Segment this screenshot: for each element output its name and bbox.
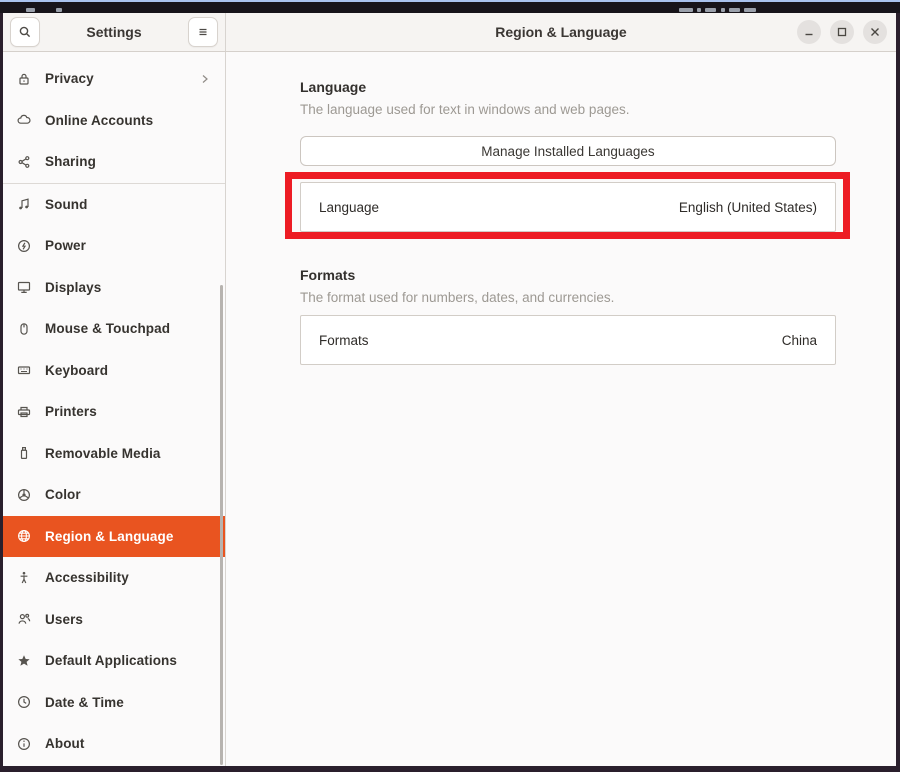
hamburger-icon	[195, 24, 211, 40]
page-title: Region & Language	[495, 24, 626, 40]
color-wheel-icon	[16, 487, 32, 503]
language-row-label: Language	[319, 200, 379, 215]
sidebar-item-label: Displays	[45, 280, 212, 295]
panel-clock-fragment	[697, 8, 701, 12]
sidebar-item-label: Power	[45, 238, 212, 253]
sidebar-item-label: Sound	[45, 197, 212, 212]
sidebar-item-label: Default Applications	[45, 653, 212, 668]
menu-button[interactable]	[188, 17, 218, 47]
language-section-description: The language used for text in windows an…	[300, 102, 836, 118]
sidebar-item-removable-media[interactable]: Removable Media	[3, 433, 225, 475]
cloud-icon	[16, 112, 32, 128]
info-icon	[16, 736, 32, 752]
maximize-button[interactable]	[830, 20, 854, 44]
formats-row-label: Formats	[319, 333, 369, 348]
share-icon	[16, 154, 32, 170]
sidebar-item-color[interactable]: Color	[3, 474, 225, 516]
sidebar-item-region-language[interactable]: Region & Language	[3, 516, 225, 558]
chevron-right-icon	[198, 72, 212, 86]
users-icon	[16, 611, 32, 627]
sidebar-item-label: Removable Media	[45, 446, 212, 461]
sidebar-item-keyboard[interactable]: Keyboard	[3, 350, 225, 392]
panel-text-fragment	[56, 8, 62, 12]
lock-icon	[16, 71, 32, 87]
display-icon	[16, 279, 32, 295]
search-icon	[17, 24, 33, 40]
formats-section-description: The format used for numbers, dates, and …	[300, 290, 836, 306]
sidebar-item-date-time[interactable]: Date & Time	[3, 682, 225, 724]
sidebar-item-power[interactable]: Power	[3, 225, 225, 267]
red-highlight-annotation: Language English (United States)	[285, 172, 850, 239]
sidebar-item-label: Privacy	[45, 71, 198, 86]
sidebar-item-about[interactable]: About	[3, 723, 225, 765]
sidebar-item-label: Sharing	[45, 154, 212, 169]
sidebar-item-printers[interactable]: Printers	[3, 391, 225, 433]
panel-text-fragment	[26, 8, 35, 12]
accessibility-icon	[16, 570, 32, 586]
screen: Settings Region & Language	[0, 0, 900, 772]
panel-clock-fragment	[679, 8, 693, 12]
panel-clock-fragment	[729, 8, 740, 12]
formats-row[interactable]: Formats China	[300, 315, 836, 365]
sidebar-item-accessibility[interactable]: Accessibility	[3, 557, 225, 599]
sidebar-item-label: Region & Language	[45, 529, 212, 544]
keyboard-icon	[16, 362, 32, 378]
clock-icon	[16, 694, 32, 710]
sidebar-item-default-applications[interactable]: Default Applications	[3, 640, 225, 682]
window-controls	[797, 13, 887, 51]
sidebar-scrollbar[interactable]	[220, 285, 223, 765]
settings-window: Settings Region & Language	[3, 13, 896, 766]
sidebar-item-label: Accessibility	[45, 570, 212, 585]
panel-clock-fragment	[721, 8, 725, 12]
sidebar: Privacy Online Accounts	[3, 52, 226, 766]
manage-installed-languages-button[interactable]: Manage Installed Languages	[300, 136, 836, 166]
sidebar-item-sound[interactable]: Sound	[3, 184, 225, 226]
search-button[interactable]	[10, 17, 40, 47]
formats-row-value: China	[782, 333, 817, 348]
window-body: Privacy Online Accounts	[3, 52, 896, 766]
minimize-button[interactable]	[797, 20, 821, 44]
gnome-top-panel	[0, 0, 900, 13]
music-note-icon	[16, 196, 32, 212]
removable-media-icon	[16, 445, 32, 461]
sidebar-item-users[interactable]: Users	[3, 599, 225, 641]
power-icon	[16, 238, 32, 254]
sidebar-item-label: Date & Time	[45, 695, 212, 710]
sidebar-item-sharing[interactable]: Sharing	[3, 141, 225, 183]
main-headerbar: Region & Language	[226, 13, 896, 51]
sidebar-item-displays[interactable]: Displays	[3, 267, 225, 309]
sidebar-item-online-accounts[interactable]: Online Accounts	[3, 100, 225, 142]
printer-icon	[16, 404, 32, 420]
formats-section-title: Formats	[300, 267, 836, 283]
main-content: Language The language used for text in w…	[226, 52, 896, 766]
sidebar-item-label: Online Accounts	[45, 113, 212, 128]
app-title: Settings	[86, 24, 141, 40]
sidebar-item-privacy[interactable]: Privacy	[3, 58, 225, 100]
sidebar-item-label: Mouse & Touchpad	[45, 321, 212, 336]
sidebar-item-mouse-touchpad[interactable]: Mouse & Touchpad	[3, 308, 225, 350]
sidebar-headerbar: Settings	[3, 13, 226, 51]
language-section-title: Language	[300, 79, 836, 95]
sidebar-item-label: Users	[45, 612, 212, 627]
headerbar: Settings Region & Language	[3, 13, 896, 52]
panel-clock-fragment	[705, 8, 716, 12]
sidebar-item-label: About	[45, 736, 212, 751]
sidebar-item-label: Color	[45, 487, 212, 502]
globe-icon	[16, 528, 32, 544]
star-icon	[16, 653, 32, 669]
mouse-icon	[16, 321, 32, 337]
sidebar-item-label: Keyboard	[45, 363, 212, 378]
close-button[interactable]	[863, 20, 887, 44]
panel-clock-fragment	[744, 8, 756, 12]
sidebar-item-label: Printers	[45, 404, 212, 419]
language-row-value: English (United States)	[679, 200, 817, 215]
language-row[interactable]: Language English (United States)	[300, 182, 836, 232]
